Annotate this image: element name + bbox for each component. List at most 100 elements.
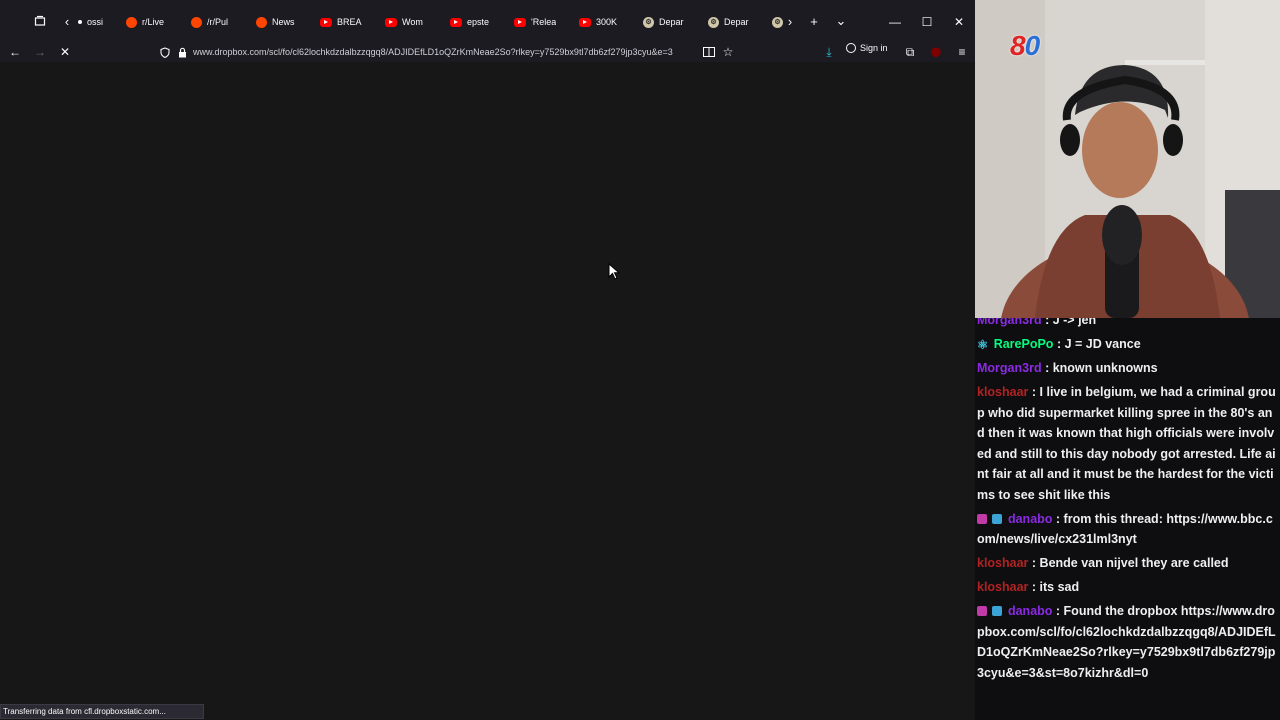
chat-message: Morgan3rd : known unknowns	[975, 358, 1280, 379]
tab-label: Wom	[402, 17, 423, 27]
chat-message: kloshaar : I live in belgium, we had a c…	[975, 382, 1280, 505]
tab[interactable]: ⚙ Depar	[637, 8, 702, 36]
tab-label: 300K	[596, 17, 618, 27]
forward-button[interactable]: →	[28, 42, 52, 62]
arrow-left-icon: ←	[9, 45, 21, 59]
plus-icon: +	[810, 13, 818, 29]
heart-badge-icon	[977, 606, 987, 616]
chat-text: : J = JD vance	[1056, 337, 1141, 351]
tab-label: Depar	[659, 17, 684, 27]
downloads-button[interactable]: ⤓	[817, 42, 841, 62]
youtube-icon	[514, 17, 526, 27]
back-button[interactable]: ←	[3, 42, 27, 62]
hamburger-icon: ≡	[958, 45, 966, 59]
ublock-icon	[931, 47, 941, 57]
tab[interactable]: News	[250, 8, 314, 36]
tab[interactable]: 'Relea	[508, 8, 573, 36]
chat-text: : I live in belgium, we had a criminal g…	[977, 385, 1276, 502]
tracking-shield-icon	[160, 46, 170, 58]
status-panel: Transferring data from cfl.dropboxstatic…	[0, 704, 204, 719]
new-tab-button[interactable]: +	[803, 10, 825, 32]
chat-username[interactable]: kloshaar	[977, 580, 1028, 594]
tab-label: News	[272, 17, 295, 27]
subscriber-badge-icon	[992, 606, 1003, 616]
overlay-counter: 80	[1010, 30, 1041, 62]
lock-icon	[179, 47, 186, 57]
list-all-tabs-button[interactable]: ⌄	[830, 10, 852, 32]
tab-overview-button[interactable]	[29, 10, 51, 32]
chat-text: : J -> jen	[1045, 318, 1097, 327]
download-icon: ⤓	[826, 44, 832, 59]
close-window-button[interactable]: ✕	[943, 8, 975, 36]
tab-label: ossi	[87, 17, 104, 27]
navigation-toolbar: ← → ✕ www.dropbox.com/scl/fo/cl62lochkdz…	[0, 42, 975, 62]
url-bar[interactable]: www.dropbox.com/scl/fo/cl62lochkdzdalbzz…	[160, 42, 740, 62]
chat-message: kloshaar : its sad	[975, 577, 1280, 598]
account-icon	[846, 43, 856, 53]
stop-icon: ✕	[59, 45, 71, 59]
youtube-icon	[385, 17, 397, 27]
tab[interactable]: epste	[444, 8, 508, 36]
app-menu-button[interactable]: ≡	[950, 42, 974, 62]
counter-value: 0	[1024, 30, 1041, 61]
tab[interactable]: r/Live	[120, 8, 185, 36]
tab[interactable]: BREA	[314, 8, 379, 36]
tab[interactable]: Wom	[379, 8, 444, 36]
tab-label: Depar	[724, 17, 749, 27]
chat-text: : its sad	[1031, 580, 1080, 594]
heart-badge-icon	[977, 513, 987, 524]
puzzle-icon: ⧉	[905, 44, 915, 59]
tab-strip: ossi r/Live/r/Pul News BREA Wom epste 'Relea 30…	[72, 8, 787, 36]
chevron-down-icon: ⌄	[835, 13, 847, 28]
atom-badge-icon: ⚛	[977, 338, 989, 352]
url-text[interactable]: www.dropbox.com/scl/fo/cl62lochkdzdalbzz…	[193, 47, 693, 57]
gov-seal-icon: ⚙	[708, 16, 719, 28]
tab[interactable]: 300K	[573, 8, 637, 36]
maximize-button[interactable]: ☐	[911, 8, 943, 36]
mouse-cursor-icon	[608, 262, 621, 286]
subscriber-badge-icon	[992, 513, 1003, 524]
minimize-button[interactable]: —	[879, 8, 911, 36]
chat-username[interactable]: danabo	[1008, 604, 1052, 618]
ublock-button[interactable]	[924, 42, 948, 62]
chat-username[interactable]: Morgan3rd	[977, 318, 1042, 327]
chat-username[interactable]: RarePoPo	[994, 337, 1054, 351]
reader-view-icon	[703, 47, 715, 57]
chevron-right-icon: ›	[787, 13, 793, 29]
tab[interactable]: /r/Pul	[185, 8, 250, 36]
maximize-icon: ☐	[921, 15, 933, 29]
reddit-icon	[126, 16, 137, 28]
chat-username[interactable]: kloshaar	[977, 385, 1028, 399]
chat-username[interactable]: danabo	[1008, 512, 1052, 526]
stop-loading-button[interactable]: ✕	[53, 42, 77, 62]
bookmark-button[interactable]: ☆	[716, 42, 740, 62]
tab-label: r/Live	[142, 17, 165, 27]
chat-message: danabo : from this thread: https://www.b…	[975, 509, 1280, 550]
scroll-tabs-right-button[interactable]: ›	[779, 10, 801, 32]
tab[interactable]: ossi	[72, 8, 120, 36]
youtube-icon	[320, 17, 332, 27]
youtube-icon	[579, 17, 591, 27]
extensions-button[interactable]: ⧉	[898, 42, 922, 62]
chat-username[interactable]: kloshaar	[977, 556, 1028, 570]
arrow-right-icon: →	[34, 45, 46, 59]
tab[interactable]: ⚙ Depar	[702, 8, 766, 36]
window-controls: — ☐ ✕	[879, 8, 975, 36]
browser-window: ‹ ossi r/Live/r/Pul News BREA Wom epste 'Relea…	[0, 0, 975, 720]
chat-message: ⚛ RarePoPo : J = JD vance	[975, 334, 1280, 355]
chat-username[interactable]: Morgan3rd	[977, 361, 1042, 375]
stream-chat: Morgan3rd : J -> jen ⚛ RarePoPo : J = JD …	[975, 318, 1280, 720]
chat-message: kloshaar : Bende van nijvel they are cal…	[975, 553, 1280, 574]
tab-bar: ‹ ossi r/Live/r/Pul News BREA Wom epste 'Relea…	[0, 0, 975, 42]
minimize-icon: —	[889, 15, 901, 29]
dot-icon	[78, 20, 82, 24]
sign-in-button[interactable]: Sign in	[846, 43, 888, 53]
chat-message: Morgan3rd : J -> jen	[975, 318, 1280, 331]
tab-label: 'Relea	[531, 17, 557, 27]
page-content	[0, 62, 975, 720]
gov-seal-icon: ⚙	[643, 16, 654, 28]
tab-overview-icon	[34, 15, 46, 26]
chat-text: : Bende van nijvel they are called	[1031, 556, 1229, 570]
chat-text: : known unknowns	[1045, 361, 1158, 375]
close-icon: ✕	[953, 15, 965, 29]
